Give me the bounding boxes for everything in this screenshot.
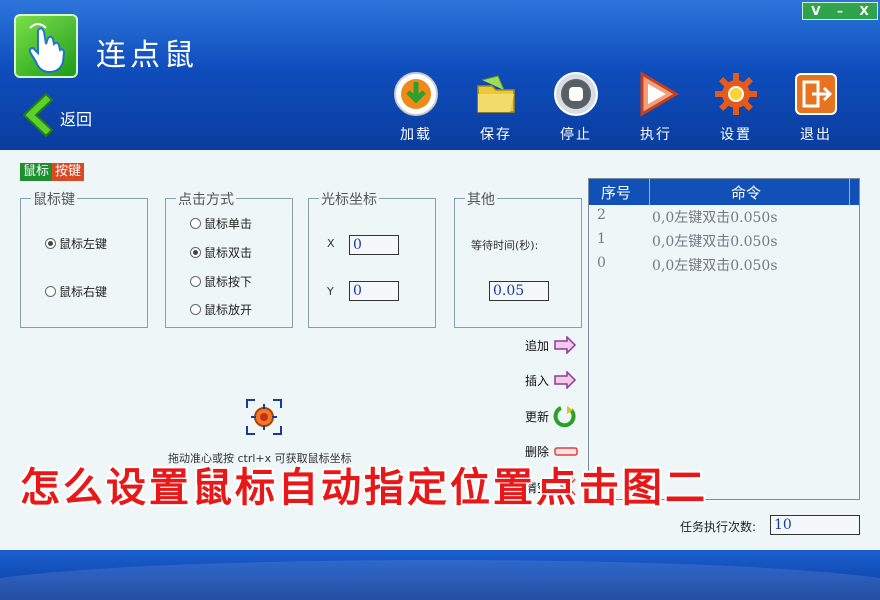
main-panel: 鼠标 按键 鼠标键 鼠标左键 鼠标右键 点击方式 鼠标单击 鼠标双击 鼠标按下 … <box>0 150 880 550</box>
header-divider-end <box>849 179 850 205</box>
radio-release[interactable]: 鼠标放开 <box>190 301 252 318</box>
mouse-key-legend: 鼠标键 <box>31 189 77 209</box>
table-row[interactable]: 0 0,0左键双击0.050s <box>597 255 778 274</box>
insert-arrow-icon <box>554 371 577 389</box>
add-label: 追加 <box>525 338 550 353</box>
execute-label: 执行 <box>640 127 672 143</box>
y-input[interactable]: 0 <box>349 281 399 301</box>
radio-right-button[interactable]: 鼠标右键 <box>45 283 107 300</box>
radio-left-label: 鼠标左键 <box>59 237 108 251</box>
stop-icon <box>554 72 598 116</box>
row-command: 0,0左键双击0.050s <box>652 258 778 274</box>
task-count-input[interactable]: 10 <box>770 515 860 535</box>
other-group: 其他 等待时间(秒): 0.05 <box>454 189 582 328</box>
exit-label: 退出 <box>800 127 832 143</box>
cursor-coord-legend: 光标坐标 <box>319 189 379 209</box>
tab-mouse[interactable]: 鼠标 <box>20 163 53 181</box>
refresh-icon <box>553 406 576 428</box>
header-index: 序号 <box>601 184 632 202</box>
back-label: 返回 <box>60 110 93 129</box>
radio-dot <box>45 238 56 249</box>
radio-press[interactable]: 鼠标按下 <box>190 273 252 290</box>
minimize-button[interactable]: – <box>837 4 843 18</box>
radio-left-button[interactable]: 鼠标左键 <box>45 235 107 252</box>
header-divider <box>649 179 650 205</box>
minimize-v-button[interactable]: V <box>811 4 820 18</box>
app-window: 连点鼠 V – X 返回 加载 保存 停止 执行 设置 退出 鼠标 按键 鼠标键… <box>0 0 880 600</box>
back-arrow-icon <box>22 92 54 138</box>
click-mode-group: 点击方式 鼠标单击 鼠标双击 鼠标按下 鼠标放开 <box>165 189 293 328</box>
radio-release-label: 鼠标放开 <box>204 303 253 317</box>
radio-dot <box>45 286 56 297</box>
radio-dot <box>190 218 201 229</box>
download-icon <box>394 72 438 116</box>
folder-icon <box>477 75 515 113</box>
radio-single-click[interactable]: 鼠标单击 <box>190 215 252 232</box>
radio-press-label: 鼠标按下 <box>204 275 253 289</box>
save-button[interactable]: 保存 <box>466 70 526 143</box>
radio-dot <box>190 247 201 258</box>
tab-bar: 鼠标 按键 <box>20 163 85 181</box>
play-icon <box>640 71 679 117</box>
header-bar: 连点鼠 V – X 返回 加载 保存 停止 执行 设置 退出 <box>0 0 880 150</box>
app-logo <box>14 14 78 78</box>
add-command-button[interactable]: 追加 <box>525 336 577 354</box>
row-command: 0,0左键双击0.050s <box>652 210 778 226</box>
wait-time-label: 等待时间(秒): <box>471 239 539 252</box>
execute-button[interactable]: 执行 <box>626 70 686 143</box>
load-label: 加载 <box>400 127 432 143</box>
radio-right-label: 鼠标右键 <box>59 285 108 299</box>
cursor-coord-group: 光标坐标 X 0 Y 0 <box>308 189 436 328</box>
exit-icon <box>795 73 837 115</box>
x-label: X <box>327 237 335 250</box>
insert-command-button[interactable]: 插入 <box>525 371 577 389</box>
radio-dot <box>190 304 201 315</box>
command-table[interactable]: 序号 命令 2 0,0左键双击0.050s 1 0,0左键双击0.050s 0 … <box>588 178 860 500</box>
y-label: Y <box>327 285 334 298</box>
stop-label: 停止 <box>560 127 592 143</box>
close-button[interactable]: X <box>859 4 868 18</box>
wait-time-input[interactable]: 0.05 <box>489 281 549 301</box>
window-controls: V – X <box>802 2 878 20</box>
other-legend: 其他 <box>465 189 497 209</box>
radio-dot <box>190 276 201 287</box>
update-label: 更新 <box>525 409 550 424</box>
stop-button[interactable]: 停止 <box>546 70 606 143</box>
mouse-key-group: 鼠标键 鼠标左键 鼠标右键 <box>20 189 148 328</box>
update-command-button[interactable]: 更新 <box>525 404 577 428</box>
x-input[interactable]: 0 <box>349 235 399 255</box>
overlay-caption: 怎么设置鼠标自动指定位置点击图二 <box>20 465 708 511</box>
app-title: 连点鼠 <box>96 38 198 73</box>
radio-double-click[interactable]: 鼠标双击 <box>190 244 252 261</box>
task-count-label: 任务执行次数: <box>680 520 757 534</box>
exit-button[interactable]: 退出 <box>786 70 846 143</box>
save-label: 保存 <box>480 127 512 143</box>
radio-single-label: 鼠标单击 <box>204 217 253 231</box>
settings-button[interactable]: 设置 <box>706 70 766 143</box>
footer-bar <box>0 550 880 600</box>
arrow-right-icon <box>554 336 577 354</box>
row-index: 0 <box>597 255 606 271</box>
gear-icon <box>715 73 757 115</box>
row-index: 2 <box>597 207 606 223</box>
load-button[interactable]: 加载 <box>386 70 446 143</box>
insert-label: 插入 <box>525 373 550 388</box>
tab-key[interactable]: 按键 <box>52 163 85 181</box>
click-mode-legend: 点击方式 <box>176 189 236 209</box>
radio-double-label: 鼠标双击 <box>204 246 253 260</box>
back-button[interactable]: 返回 <box>18 92 108 142</box>
table-row[interactable]: 1 0,0左键双击0.050s <box>597 231 778 250</box>
row-command: 0,0左键双击0.050s <box>652 234 778 250</box>
hand-click-icon <box>28 23 66 74</box>
table-row[interactable]: 2 0,0左键双击0.050s <box>597 207 778 226</box>
settings-label: 设置 <box>720 127 752 143</box>
row-index: 1 <box>597 231 606 247</box>
table-header: 序号 命令 <box>589 179 859 205</box>
crosshair-icon[interactable] <box>245 398 283 436</box>
header-command: 命令 <box>731 184 762 202</box>
